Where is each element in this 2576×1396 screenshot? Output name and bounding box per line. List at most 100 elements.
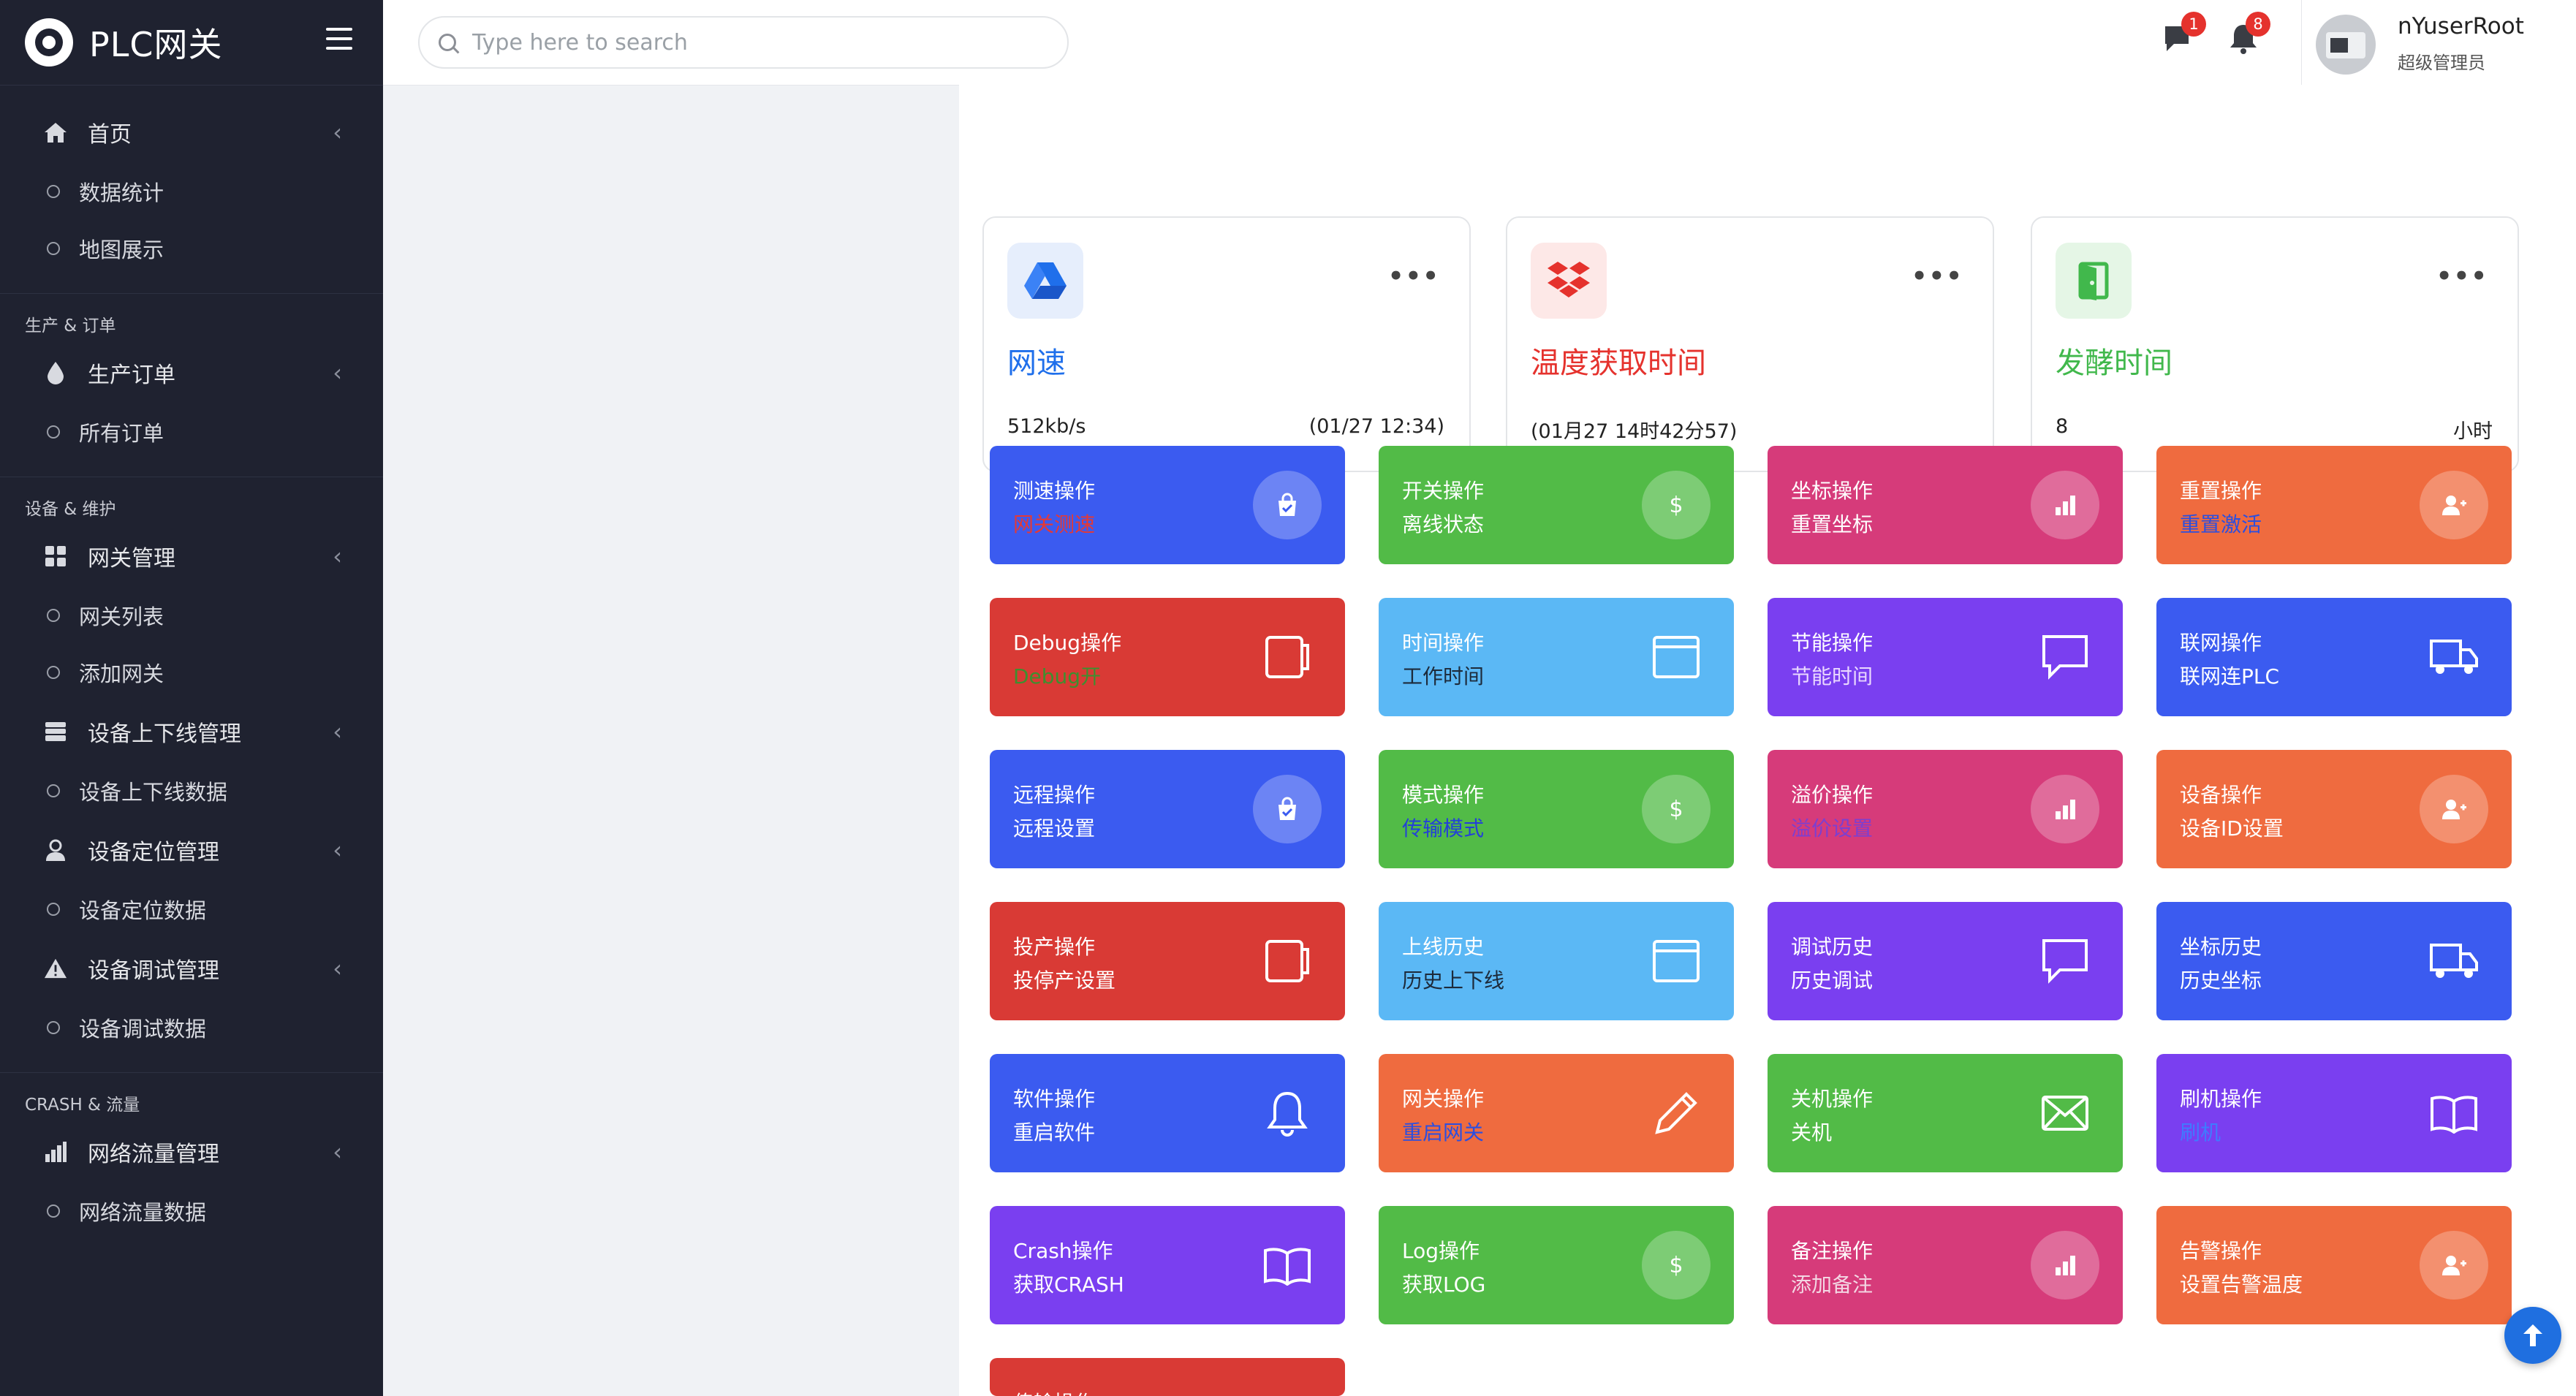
sidebar-item-label: 网络流量管理 [88,1142,219,1167]
action-tile[interactable]: 告警操作 设置告警温度 [2156,1206,2512,1324]
sidebar-subitem-online-data[interactable]: 设备上下线数据 [0,762,383,819]
more-options-icon[interactable]: ••• [1912,262,1963,291]
circle-icon [47,784,60,797]
envelope-icon [2031,1079,2099,1147]
action-tile[interactable]: 坐标操作 重置坐标 [1768,446,2123,564]
sidebar-item-traffic[interactable]: 网络流量管理 ‹ [0,1121,383,1183]
sidebar-subitem-stats[interactable]: 数据统计 [0,163,383,220]
sidebar-item-online[interactable]: 设备上下线管理 ‹ [0,701,383,762]
sidebar-subitem-location-data[interactable]: 设备定位数据 [0,881,383,938]
tile-label: 测速操作 [1013,479,1096,503]
tile-label: 刷机操作 [2180,1087,2262,1111]
tile-sublabel: 网关测速 [1013,512,1096,536]
action-tile[interactable]: 备注操作 添加备注 [1768,1206,2123,1324]
home-icon [44,121,67,144]
tile-sublabel: 获取CRASH [1013,1272,1124,1297]
action-tile[interactable]: 刷机操作 刷机 [2156,1054,2512,1172]
svg-text:$: $ [1669,493,1683,518]
action-tile[interactable]: 节能操作 节能时间 [1768,598,2123,716]
sidebar-subitem-gateway-list[interactable]: 网关列表 [0,587,383,644]
stat-value: 8 [2056,415,2069,438]
more-options-icon[interactable]: ••• [1388,262,1440,291]
sidebar-subitem-debug-data[interactable]: 设备调试数据 [0,999,383,1056]
search-icon [439,34,456,51]
menu-toggle-icon[interactable] [326,28,352,50]
search-input[interactable] [471,29,1044,56]
circle-icon [47,425,60,439]
action-tile[interactable]: 重置操作 重置激活 [2156,446,2512,564]
tile-sublabel: 获取LOG [1402,1272,1486,1297]
chevron-left-icon: ‹ [333,955,342,982]
action-tile[interactable]: 时间操作 工作时间 [1379,598,1734,716]
action-tile[interactable]: 软件操作 重启软件 [990,1054,1345,1172]
action-tile[interactable]: 投产操作 投停产设置 [990,902,1345,1020]
action-tile[interactable]: 联网操作 联网连PLC [2156,598,2512,716]
google-drive-icon [1007,243,1083,319]
tile-label: 调试历史 [1791,935,1874,959]
sidebar-item-label: 设备定位管理 [88,840,219,865]
stat-title: 温度获取时间 [1531,346,1706,380]
sidebar-item-location[interactable]: 设备定位管理 ‹ [0,819,383,881]
circle-icon [47,903,60,916]
tile-label: 重置操作 [2180,479,2262,503]
tile-label: 传输操作 [1013,1387,1095,1396]
action-tile[interactable]: 坐标历史 历史坐标 [2156,902,2512,1020]
notifications-button[interactable]: 8 [2227,12,2270,56]
topbar: 1 8 nYuserRoot 超级管理员 [383,0,2576,86]
action-tile[interactable]: 测速操作 网关测速 [990,446,1345,564]
tile-label: 溢价操作 [1791,783,1874,807]
chevron-left-icon: ‹ [333,1138,342,1166]
sidebar-item-debug[interactable]: 设备调试管理 ‹ [0,938,383,999]
circle-icon [47,666,60,679]
chevron-left-icon: ‹ [333,836,342,864]
action-tile[interactable]: 网关操作 重启网关 [1379,1054,1734,1172]
door-icon [2056,243,2132,319]
action-tile[interactable]: 溢价操作 溢价设置 [1768,750,2123,868]
sidebar-item-orders[interactable]: 生产订单 ‹ [0,342,383,403]
sidebar-subitem-add-gateway[interactable]: 添加网关 [0,644,383,701]
sidebar-subitem-map[interactable]: 地图展示 [0,220,383,277]
action-tile[interactable]: 远程操作 远程设置 [990,750,1345,868]
action-tile[interactable]: 开关操作 离线状态 $ [1379,446,1734,564]
tile-label: 设备操作 [2180,783,2262,807]
tablet-icon [1253,623,1322,691]
tile-sublabel: 重启网关 [1402,1120,1485,1145]
sidebar-item-label: 设备调试管理 [88,958,219,984]
action-tile[interactable]: 设备操作 设备ID设置 [2156,750,2512,868]
action-tile[interactable]: Debug操作 Debug开 [990,598,1345,716]
scroll-to-top-button[interactable] [2504,1307,2561,1364]
tile-label: 坐标历史 [2180,935,2262,959]
user-name[interactable]: nYuserRoot [2398,13,2524,39]
circle-icon [47,1205,60,1218]
dollar-icon: $ [1642,1231,1711,1300]
action-tile[interactable]: Crash操作 获取CRASH [990,1206,1345,1324]
more-options-icon[interactable]: ••• [2436,262,2488,291]
sidebar-item-gateway[interactable]: 网关管理 ‹ [0,526,383,587]
section-header-devices: 设备 & 维护 [25,500,116,519]
action-tile[interactable]: Log操作 获取LOG $ [1379,1206,1734,1324]
bar-chart-icon [44,1140,67,1164]
avatar[interactable] [2316,15,2376,75]
chat-icon [2031,927,2099,995]
action-tile[interactable]: 传输操作 [990,1358,1345,1396]
bell-icon [1253,1079,1322,1147]
brand-logo-icon [25,18,73,67]
tile-sublabel: 溢价设置 [1791,816,1874,841]
warning-icon [44,957,67,980]
action-tile[interactable]: 模式操作 传输模式 $ [1379,750,1734,868]
tile-label: 模式操作 [1402,783,1485,807]
action-tile[interactable]: 关机操作 关机 [1768,1054,2123,1172]
tile-label: 时间操作 [1402,631,1485,655]
action-tile[interactable]: 上线历史 历史上下线 [1379,902,1734,1020]
sidebar-subitem-traffic-data[interactable]: 网络流量数据 [0,1183,383,1240]
sidebar-item-home[interactable]: 首页 ‹ [0,102,383,163]
action-tile[interactable]: 调试历史 历史调试 [1768,902,2123,1020]
svg-text:$: $ [1669,1253,1683,1278]
search-box [418,16,1069,69]
sidebar-subitem-all-orders[interactable]: 所有订单 [0,403,383,460]
sidebar-nav: 首页 ‹ 数据统计 地图展示 生产 & 订单 生产订单 ‹ 所有订单 设备 & … [0,86,383,1240]
brand: PLC网关 [0,0,383,86]
messages-badge: 1 [2181,12,2206,37]
stat-title: 发酵时间 [2056,346,2172,380]
messages-button[interactable]: 1 [2162,12,2206,56]
